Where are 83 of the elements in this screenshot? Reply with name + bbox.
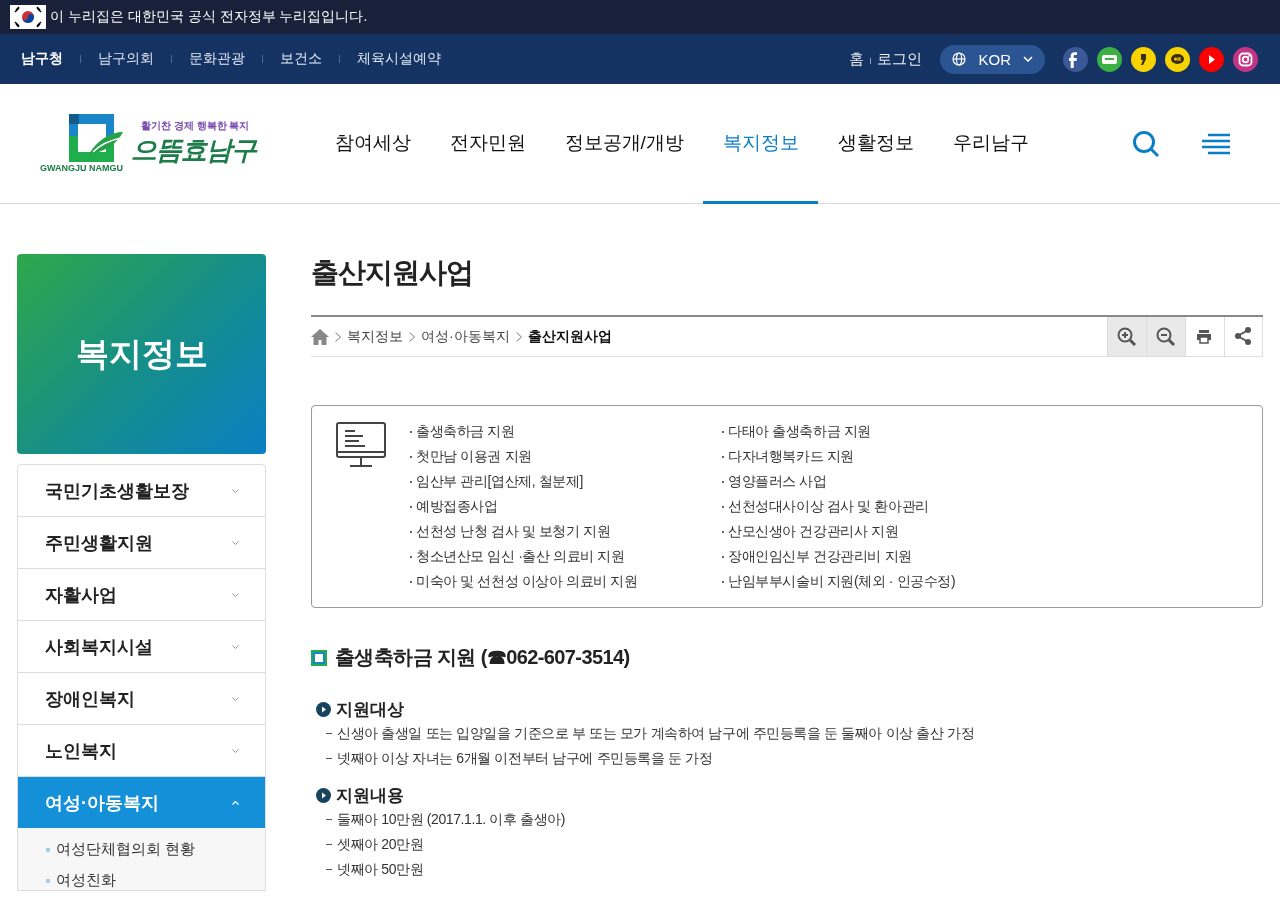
monitor-icon	[336, 422, 386, 468]
chevron-right-icon	[409, 331, 415, 342]
nav-tab[interactable]: 우리남구	[933, 84, 1049, 204]
chevron-down-icon	[1023, 56, 1033, 62]
list-item-text: 둘째아 10만원 (2017.1.1. 이후 출생아)	[337, 810, 566, 829]
language-selector[interactable]: KOR	[940, 44, 1045, 74]
breadcrumb-current: 출산지원사업	[527, 327, 612, 346]
list-item-text: 신생아 출생일 또는 입양일을 기준으로 부 또는 모가 계속하여 남구에 주민등록을 둔 둘째아 이상 출산 가정	[337, 724, 975, 743]
youtube-icon[interactable]	[1199, 46, 1224, 72]
chevron-down-icon	[232, 748, 239, 753]
search-icon[interactable]	[1132, 129, 1160, 158]
menu-icon[interactable]	[1202, 132, 1230, 155]
sidebar-item[interactable]: 장애인복지	[18, 673, 265, 724]
sidebar-item[interactable]: 국민기초생활보장	[18, 465, 265, 516]
quick-link[interactable]: 선천성 난청 검사 및 보청기 지원	[410, 522, 722, 541]
nav-tab[interactable]: 전자민원	[430, 84, 545, 204]
subsection-heading: 지원내용	[336, 784, 404, 807]
zoom-out-icon[interactable]	[1156, 326, 1176, 347]
chevron-right-icon	[335, 331, 341, 342]
nav-tab[interactable]: 참여세상	[315, 84, 430, 204]
gov-notice-text: 이 누리집은 대한민국 공식 전자정부 누리집입니다.	[50, 8, 368, 26]
nav-tab[interactable]: 생활정보	[818, 84, 934, 204]
quick-link[interactable]: 선천성대사이상 검사 및 환아관리	[722, 497, 1034, 516]
nav-tab[interactable]: 복지정보	[703, 84, 819, 204]
quick-link[interactable]: 산모신생아 건강관리사 지원	[722, 522, 1034, 541]
quick-link[interactable]: 예방접종사업	[410, 497, 722, 516]
list-item-text: 셋째아 20만원	[337, 835, 424, 854]
blog-icon[interactable]	[1097, 46, 1122, 72]
site-link[interactable]: 남구의회	[98, 50, 154, 68]
submenu-item[interactable]: 여성단체협의회 현황	[46, 840, 265, 859]
sidebar-item[interactable]: 노인복지	[18, 725, 265, 776]
page-title: 출산지원사업	[311, 256, 474, 290]
chevron-down-icon	[232, 644, 239, 649]
site-link[interactable]: 남구청	[21, 50, 63, 68]
flag-icon	[10, 5, 46, 29]
quick-link[interactable]: 청소년산모 임신 ·출산 의료비 지원	[410, 547, 722, 566]
chevron-up-icon	[232, 800, 239, 805]
story-icon[interactable]	[1131, 46, 1156, 72]
header-link[interactable]: 홈	[849, 49, 865, 69]
square-bullet-icon	[311, 649, 327, 666]
chevron-right-icon	[515, 331, 522, 342]
play-circle-icon	[316, 787, 331, 803]
share-icon[interactable]	[1233, 326, 1254, 347]
quick-link[interactable]: 다자녀행복카드 지원	[722, 447, 1034, 466]
quick-link[interactable]: 난임부부시술비 지원(체외 · 인공수정)	[722, 572, 1034, 591]
logo-emblem-icon	[69, 114, 123, 162]
play-circle-icon	[316, 701, 331, 717]
zoom-in-icon[interactable]	[1117, 326, 1137, 347]
submenu-item[interactable]: 여성친화	[46, 871, 265, 890]
chevron-down-icon	[232, 696, 239, 701]
logo-subtext: GWANGJU NAMGU	[40, 163, 123, 173]
quick-link[interactable]: 미숙아 및 선천성 이상아 의료비 지원	[410, 572, 722, 591]
chevron-down-icon	[232, 488, 239, 493]
list-item-text: 넷째아 이상 자녀는 6개월 이전부터 남구에 주민등록을 둔 가정	[337, 749, 713, 768]
chevron-down-icon	[232, 540, 239, 545]
quick-link[interactable]: 출생축하금 지원	[410, 422, 722, 441]
list-item-text: 넷째아 50만원	[337, 860, 424, 879]
sidebar-item[interactable]: 주민생활지원	[18, 517, 265, 568]
quick-link[interactable]: 임산부 관리[엽산제, 철분제]	[410, 472, 722, 491]
logo-tagline: 활기찬 경제 행복한 복지	[141, 119, 250, 133]
header-link[interactable]: 로그인	[877, 49, 923, 69]
sidebar-item[interactable]: 사회복지시설	[18, 621, 265, 672]
quick-link[interactable]: 영양플러스 사업	[722, 472, 1034, 491]
chevron-down-icon	[232, 592, 239, 597]
sidebar-title: 복지정보	[75, 333, 208, 374]
quick-link[interactable]: 첫만남 이용권 지원	[410, 447, 722, 466]
site-link[interactable]: 문화관광	[189, 50, 245, 68]
home-icon[interactable]	[311, 328, 329, 345]
quick-link[interactable]: 다태아 출생축하금 지원	[722, 422, 1034, 441]
sidebar-item[interactable]: 자활사업	[18, 569, 265, 620]
globe-icon	[952, 52, 967, 66]
breadcrumb-link[interactable]: 여성·아동복지	[421, 327, 510, 346]
nav-tab[interactable]: 정보공개/개방	[545, 84, 704, 204]
quick-link[interactable]: 장애인임신부 건강관리비 지원	[722, 547, 1034, 566]
site-link[interactable]: 체육시설예약	[357, 50, 441, 68]
facebook-icon[interactable]	[1063, 46, 1088, 72]
instagram-icon[interactable]	[1233, 46, 1258, 72]
breadcrumb-link[interactable]: 복지정보	[347, 327, 403, 346]
subsection-heading: 지원대상	[336, 698, 404, 721]
channel-icon[interactable]	[1165, 46, 1190, 72]
site-link[interactable]: 보건소	[280, 50, 322, 68]
section-heading: 출생축하금 지원 (☎062-607-3514)	[335, 645, 630, 670]
logo-text: 으뜸효남구	[131, 134, 256, 167]
